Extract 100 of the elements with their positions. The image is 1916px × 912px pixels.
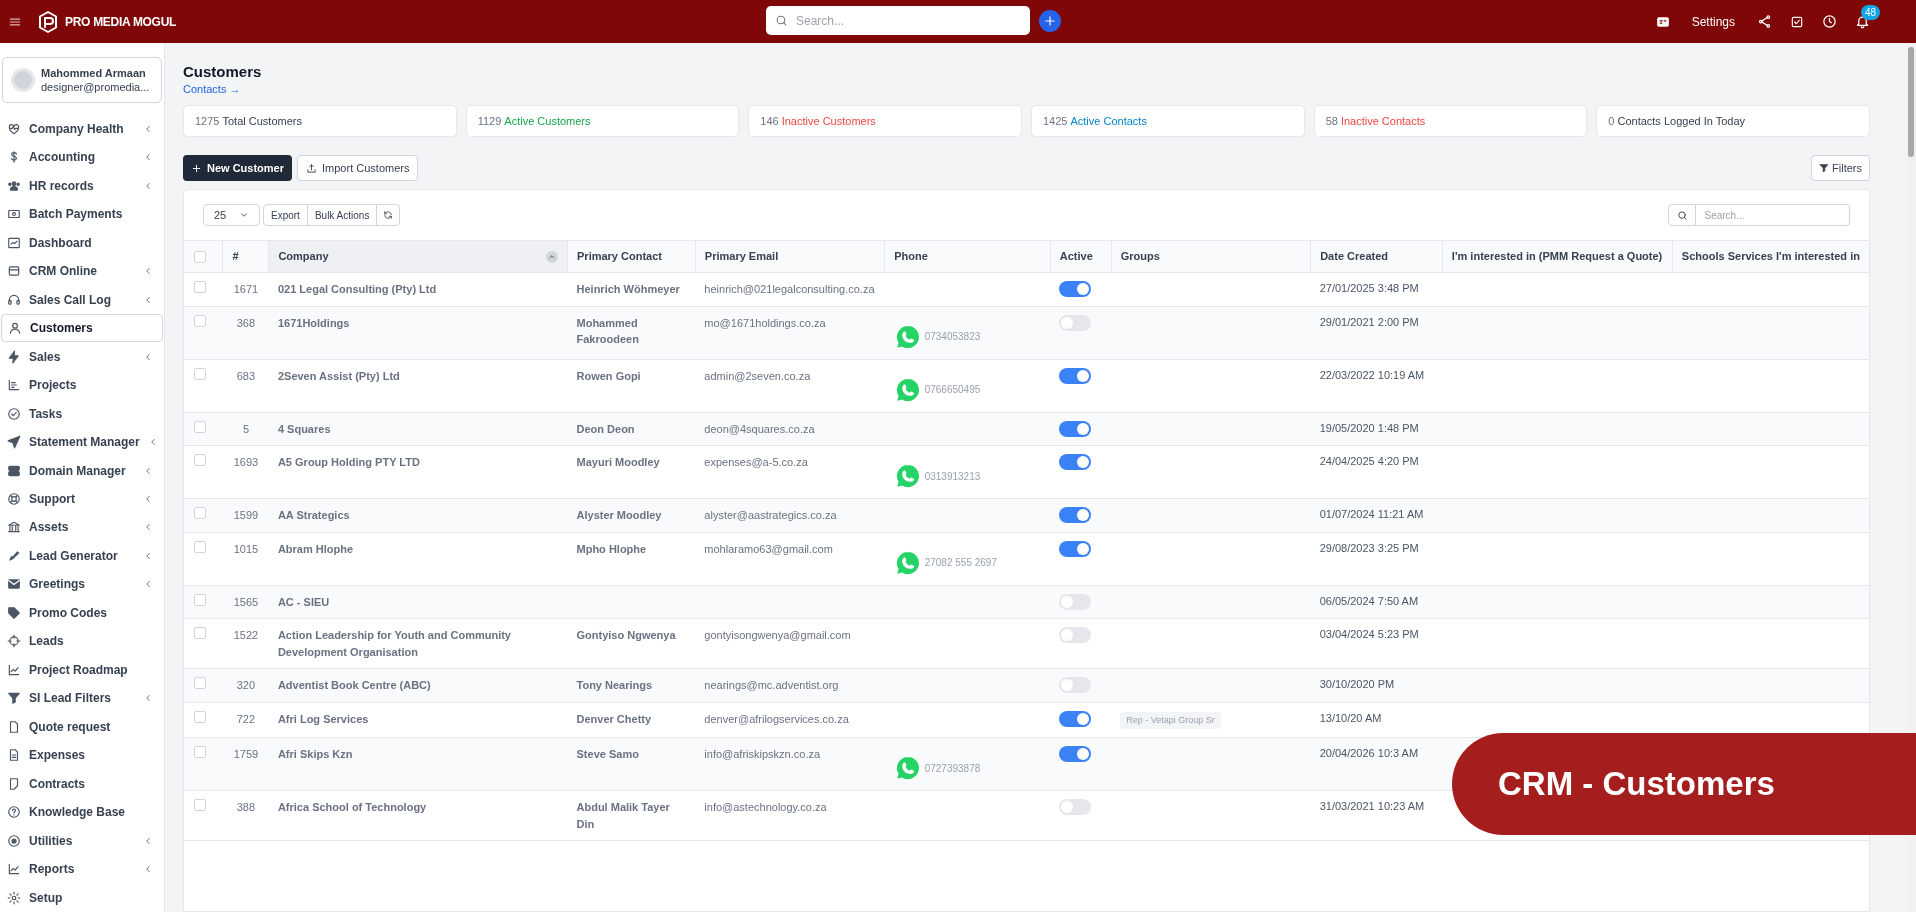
settings-link[interactable]: Settings (1691, 12, 1735, 31)
column-header[interactable]: # (232, 250, 239, 263)
new-customer-button[interactable]: New Customer (183, 155, 293, 181)
column-header[interactable]: Schools Services I'm interested in (1681, 250, 1860, 263)
filters-button[interactable]: Filters (1811, 155, 1870, 181)
column-header[interactable]: Primary Contact (577, 250, 662, 263)
company-name[interactable]: Afri Log Services (277, 710, 559, 727)
select-all-checkbox[interactable] (194, 250, 206, 263)
sidebar-item[interactable]: Quote request (1, 712, 163, 741)
column-header[interactable]: Company (278, 248, 329, 265)
active-toggle[interactable] (1059, 593, 1092, 610)
sidebar-item[interactable]: Knowledge Base (1, 797, 163, 827)
whatsapp-icon[interactable] (893, 548, 922, 577)
sidebar-item[interactable]: Sales Call Log (1, 285, 163, 314)
column-header[interactable]: Groups (1120, 250, 1160, 263)
active-toggle[interactable] (1059, 454, 1092, 470)
sidebar-item[interactable]: Company Health (1, 114, 163, 144)
sidebar-item[interactable]: Greetings (1, 570, 163, 599)
column-header[interactable]: Primary Email (704, 250, 779, 263)
company-name[interactable]: 4 Squares (277, 420, 559, 437)
sidebar-item[interactable]: Project Roadmap (1, 655, 163, 685)
sort-up-icon[interactable] (546, 250, 558, 263)
table-search-field[interactable]: Search... (1696, 204, 1850, 226)
add-button[interactable] (1039, 10, 1061, 32)
active-toggle[interactable] (1059, 677, 1092, 693)
row-checkbox[interactable] (194, 367, 206, 380)
bell-icon[interactable] (1855, 14, 1870, 29)
whatsapp-icon[interactable] (893, 322, 922, 351)
search-field[interactable]: Search... (766, 6, 1030, 35)
user-card[interactable]: Mahommed Armaan designer@promedia... (2, 57, 162, 103)
company-name[interactable]: Action Leadership for Youth and Community Development Organisation (277, 627, 559, 660)
sidebar-item[interactable]: CRM Online (1, 257, 163, 286)
row-checkbox[interactable] (194, 627, 206, 639)
company-name[interactable]: Abram Hlophe (277, 540, 559, 557)
sidebar-item[interactable]: Leads (1, 627, 163, 656)
active-toggle[interactable] (1059, 799, 1092, 815)
export-button[interactable]: Export (264, 205, 308, 225)
sidebar-item[interactable]: Promo Codes (1, 598, 163, 628)
active-toggle[interactable] (1059, 420, 1092, 437)
id-card-icon[interactable] (1655, 14, 1670, 29)
active-toggle[interactable] (1059, 746, 1092, 762)
company-name[interactable]: 021 Legal Consulting (Pty) Ltd (277, 281, 559, 298)
row-checkbox[interactable] (194, 454, 206, 466)
column-header[interactable]: Active (1059, 250, 1093, 263)
company-name[interactable]: 1671Holdings (277, 314, 559, 331)
sidebar-item[interactable]: Assets (1, 513, 163, 542)
sidebar-item[interactable]: Accounting (1, 143, 163, 172)
sidebar-item[interactable]: Setup (1, 883, 163, 912)
sidebar-item[interactable]: Projects (1, 370, 163, 400)
bulk-actions-button[interactable]: Bulk Actions (307, 205, 378, 225)
sidebar-item[interactable]: Statement Manager (1, 427, 163, 457)
row-checkbox[interactable] (194, 507, 206, 519)
row-checkbox[interactable] (194, 314, 206, 327)
sidebar-item[interactable]: Batch Payments (1, 200, 163, 229)
sidebar-item[interactable]: Sales (1, 342, 163, 371)
sidebar-item[interactable]: Tasks (1, 399, 163, 428)
sidebar-item[interactable]: Expenses (1, 741, 163, 770)
row-checkbox[interactable] (194, 593, 206, 606)
company-name[interactable]: A5 Group Holding PTY LTD (277, 454, 559, 471)
sidebar-item[interactable]: Lead Generator (1, 541, 163, 571)
active-toggle[interactable] (1059, 710, 1092, 727)
company-name[interactable]: AC - SIEU (277, 593, 559, 610)
checkbox-icon[interactable] (1790, 14, 1804, 29)
scrollbar-thumb[interactable] (1908, 47, 1914, 157)
whatsapp-icon[interactable] (893, 375, 922, 404)
sidebar-item[interactable]: Contracts (1, 769, 163, 798)
sidebar-item[interactable]: Support (1, 484, 163, 514)
contacts-link[interactable]: Contacts → (183, 81, 241, 97)
row-checkbox[interactable] (194, 540, 206, 553)
column-header[interactable]: I'm interested in (PMM Request a Quote) (1451, 250, 1663, 263)
sidebar-item[interactable]: Dashboard (1, 228, 163, 257)
row-checkbox[interactable] (194, 710, 206, 723)
row-checkbox[interactable] (194, 799, 206, 811)
sidebar-item[interactable]: Utilities (1, 826, 163, 855)
row-checkbox[interactable] (194, 281, 206, 293)
sidebar-item[interactable]: Reports (1, 854, 163, 884)
row-checkbox[interactable] (194, 746, 206, 758)
page-size-select[interactable]: 25 (203, 204, 260, 226)
company-name[interactable]: 2Seven Assist (Pty) Ltd (277, 367, 559, 384)
company-name[interactable]: Africa School of Technology (277, 799, 559, 816)
column-header[interactable]: Date Created (1320, 250, 1388, 263)
share-icon[interactable] (1757, 14, 1772, 29)
column-header[interactable]: Phone (894, 250, 928, 263)
row-checkbox[interactable] (194, 677, 206, 689)
active-toggle[interactable] (1059, 627, 1092, 643)
row-checkbox[interactable] (194, 420, 206, 433)
sidebar-item[interactable]: HR records (1, 171, 163, 201)
company-name[interactable]: Adventist Book Centre (ABC) (277, 677, 559, 694)
sidebar-item[interactable]: Customers (1, 313, 163, 343)
whatsapp-icon[interactable] (893, 754, 922, 782)
sidebar-item[interactable]: Domain Manager (1, 456, 163, 485)
search-button[interactable] (1668, 204, 1697, 226)
sidebar-item[interactable]: SI Lead Filters (1, 684, 163, 713)
active-toggle[interactable] (1059, 507, 1092, 523)
company-name[interactable]: AA Strategics (277, 507, 559, 524)
active-toggle[interactable] (1059, 281, 1092, 297)
active-toggle[interactable] (1059, 367, 1092, 384)
active-toggle[interactable] (1059, 314, 1092, 331)
active-toggle[interactable] (1059, 540, 1092, 557)
company-name[interactable]: Afri Skips Kzn (277, 746, 559, 763)
